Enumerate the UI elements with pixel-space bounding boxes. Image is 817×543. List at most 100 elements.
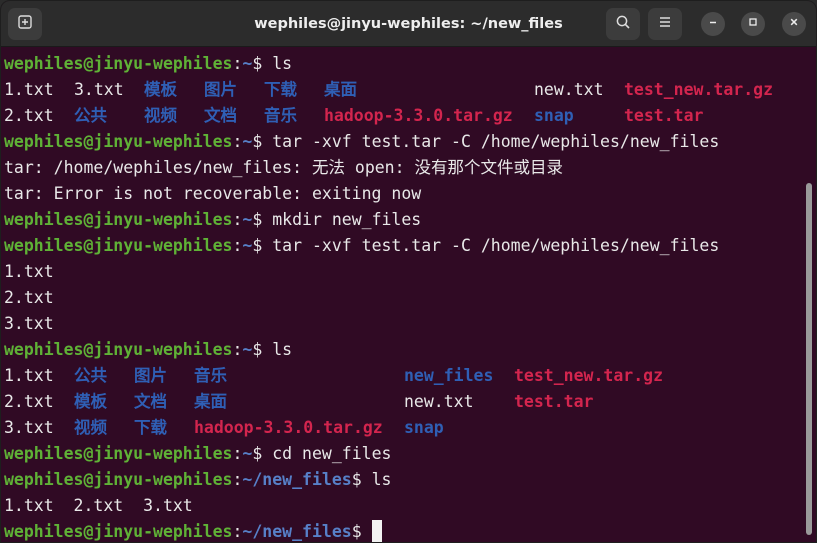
prompt-separator: : (232, 522, 243, 541)
output-line: tar: /home/wephiles/new_files: 无法 open: … (4, 158, 563, 177)
new-tab-button[interactable] (8, 8, 42, 40)
dir-entry: 文档 (134, 392, 167, 411)
dir-entry: 桌面 (194, 392, 227, 411)
prompt-separator: : (232, 132, 243, 151)
menu-button[interactable] (648, 8, 682, 40)
close-icon (788, 15, 800, 33)
ls-output-row: 3.txt 视频 下载 hadoop-3.3.0.tar.gz snap (1, 415, 805, 441)
prompt-path: ~ (242, 444, 253, 463)
dir-entry: 下载 (264, 80, 297, 99)
ls-output-row: 1.txt 3.txt 模板 图片 下载 桌面 new.txt test_new.tar.gz (1, 77, 805, 103)
dir-entry: 下载 (134, 418, 167, 437)
dir-entry: 文档 (204, 106, 237, 125)
dir-entry: 图片 (134, 366, 167, 385)
scrollbar[interactable] (806, 183, 812, 535)
maximize-icon (747, 15, 759, 33)
prompt-dollar: $ (252, 54, 263, 73)
prompt-user: wephiles@jinyu-wephiles (4, 444, 233, 463)
dir-entry: 音乐 (194, 366, 227, 385)
file-entry: new.txt (534, 80, 604, 99)
dir-entry: 视频 (144, 106, 177, 125)
prompt-separator: : (232, 470, 243, 489)
prompt-path: ~ (242, 132, 253, 151)
prompt-user: wephiles@jinyu-wephiles (4, 470, 233, 489)
prompt-line: wephiles@jinyu-wephiles:~$ tar -xvf test… (1, 129, 805, 155)
archive-entry: hadoop-3.3.0.tar.gz (194, 418, 383, 437)
dir-entry: new_files (404, 366, 494, 385)
prompt-user: wephiles@jinyu-wephiles (4, 54, 233, 73)
text-cursor (371, 520, 382, 542)
dir-entry: 视频 (74, 418, 107, 437)
prompt-user: wephiles@jinyu-wephiles (4, 340, 233, 359)
ls-output-row: 1.txt 公共 图片 音乐 new_files test_new.tar.gz (1, 363, 805, 389)
file-entry: 3.txt (74, 80, 124, 99)
hamburger-menu-icon (657, 14, 673, 35)
new-tab-icon (17, 14, 33, 35)
prompt-path: ~/new_files (242, 470, 352, 489)
minimize-button[interactable] (701, 12, 725, 36)
terminal-window: wephiles@jinyu-wephiles: ~/new_files wep… (0, 0, 817, 543)
prompt-dollar: $ (351, 522, 362, 541)
command-text: cd new_files (262, 444, 392, 463)
prompt-user: wephiles@jinyu-wephiles (4, 522, 233, 541)
title-bar[interactable]: wephiles@jinyu-wephiles: ~/new_files (1, 1, 816, 47)
prompt-separator: : (232, 340, 243, 359)
archive-entry: test_new.tar.gz (514, 366, 664, 385)
output-line: tar: Error is not recoverable: exiting n… (4, 184, 422, 203)
archive-entry: hadoop-3.3.0.tar.gz (324, 106, 513, 125)
prompt-line: wephiles@jinyu-wephiles:~$ ls (1, 51, 805, 77)
active-prompt-line[interactable]: wephiles@jinyu-wephiles:~/new_files$ (1, 519, 805, 542)
prompt-separator: : (232, 236, 243, 255)
prompt-path: ~ (242, 340, 253, 359)
prompt-line: wephiles@jinyu-wephiles:~$ cd new_files (1, 441, 805, 467)
dir-entry: 音乐 (264, 106, 297, 125)
prompt-dollar: $ (252, 340, 263, 359)
prompt-user: wephiles@jinyu-wephiles (4, 236, 233, 255)
prompt-separator: : (232, 210, 243, 229)
dir-entry: 图片 (204, 80, 237, 99)
prompt-line: wephiles@jinyu-wephiles:~/new_files$ ls (1, 467, 805, 493)
prompt-path: ~ (242, 236, 253, 255)
prompt-path: ~ (242, 54, 253, 73)
dir-entry: snap (404, 418, 444, 437)
command-text: tar -xvf test.tar -C /home/wephiles/new_… (262, 236, 720, 255)
ls-output-row: 2.txt 公共 视频 文档 音乐 hadoop-3.3.0.tar.gz snap test… (1, 103, 805, 129)
command-text: tar -xvf test.tar -C /home/wephiles/new_… (262, 132, 720, 151)
prompt-dollar: $ (252, 444, 263, 463)
command-text: mkdir new_files (262, 210, 422, 229)
terminal-output[interactable]: wephiles@jinyu-wephiles:~$ ls 1.txt 3.txt… (1, 47, 805, 542)
prompt-dollar: $ (252, 236, 263, 255)
search-button[interactable] (606, 8, 640, 40)
archive-entry: test.tar (514, 392, 594, 411)
dir-entry: 模板 (74, 392, 107, 411)
window-title: wephiles@jinyu-wephiles: ~/new_files (254, 16, 563, 32)
prompt-line: wephiles@jinyu-wephiles:~$ mkdir new_fil… (1, 207, 805, 233)
prompt-user: wephiles@jinyu-wephiles (4, 210, 233, 229)
dir-entry: 模板 (144, 80, 177, 99)
prompt-separator: : (232, 444, 243, 463)
archive-entry: test_new.tar.gz (624, 80, 774, 99)
file-entry: 3.txt (4, 418, 54, 437)
archive-entry: test.tar (624, 106, 704, 125)
ls-output-row: 2.txt 模板 文档 桌面 new.txt test.tar (1, 389, 805, 415)
output-line: 1.txt (4, 262, 54, 281)
minimize-icon (707, 15, 719, 33)
prompt-separator: : (232, 54, 243, 73)
command-text (362, 522, 372, 541)
output-line: 1.txt 2.txt 3.txt (4, 496, 193, 515)
dir-entry: snap (534, 106, 574, 125)
command-text: ls (262, 340, 293, 359)
prompt-dollar: $ (351, 470, 362, 489)
output-line: 3.txt (4, 314, 54, 333)
prompt-line: wephiles@jinyu-wephiles:~$ tar -xvf test… (1, 233, 805, 259)
dir-entry: 桌面 (324, 80, 357, 99)
command-text: ls (361, 470, 392, 489)
search-icon (615, 14, 631, 35)
file-entry: new.txt (404, 392, 474, 411)
file-entry: 1.txt (4, 80, 54, 99)
prompt-dollar: $ (252, 132, 263, 151)
dir-entry: 公共 (74, 106, 107, 125)
maximize-button[interactable] (741, 12, 765, 36)
close-button[interactable] (782, 12, 806, 36)
prompt-user: wephiles@jinyu-wephiles (4, 132, 233, 151)
